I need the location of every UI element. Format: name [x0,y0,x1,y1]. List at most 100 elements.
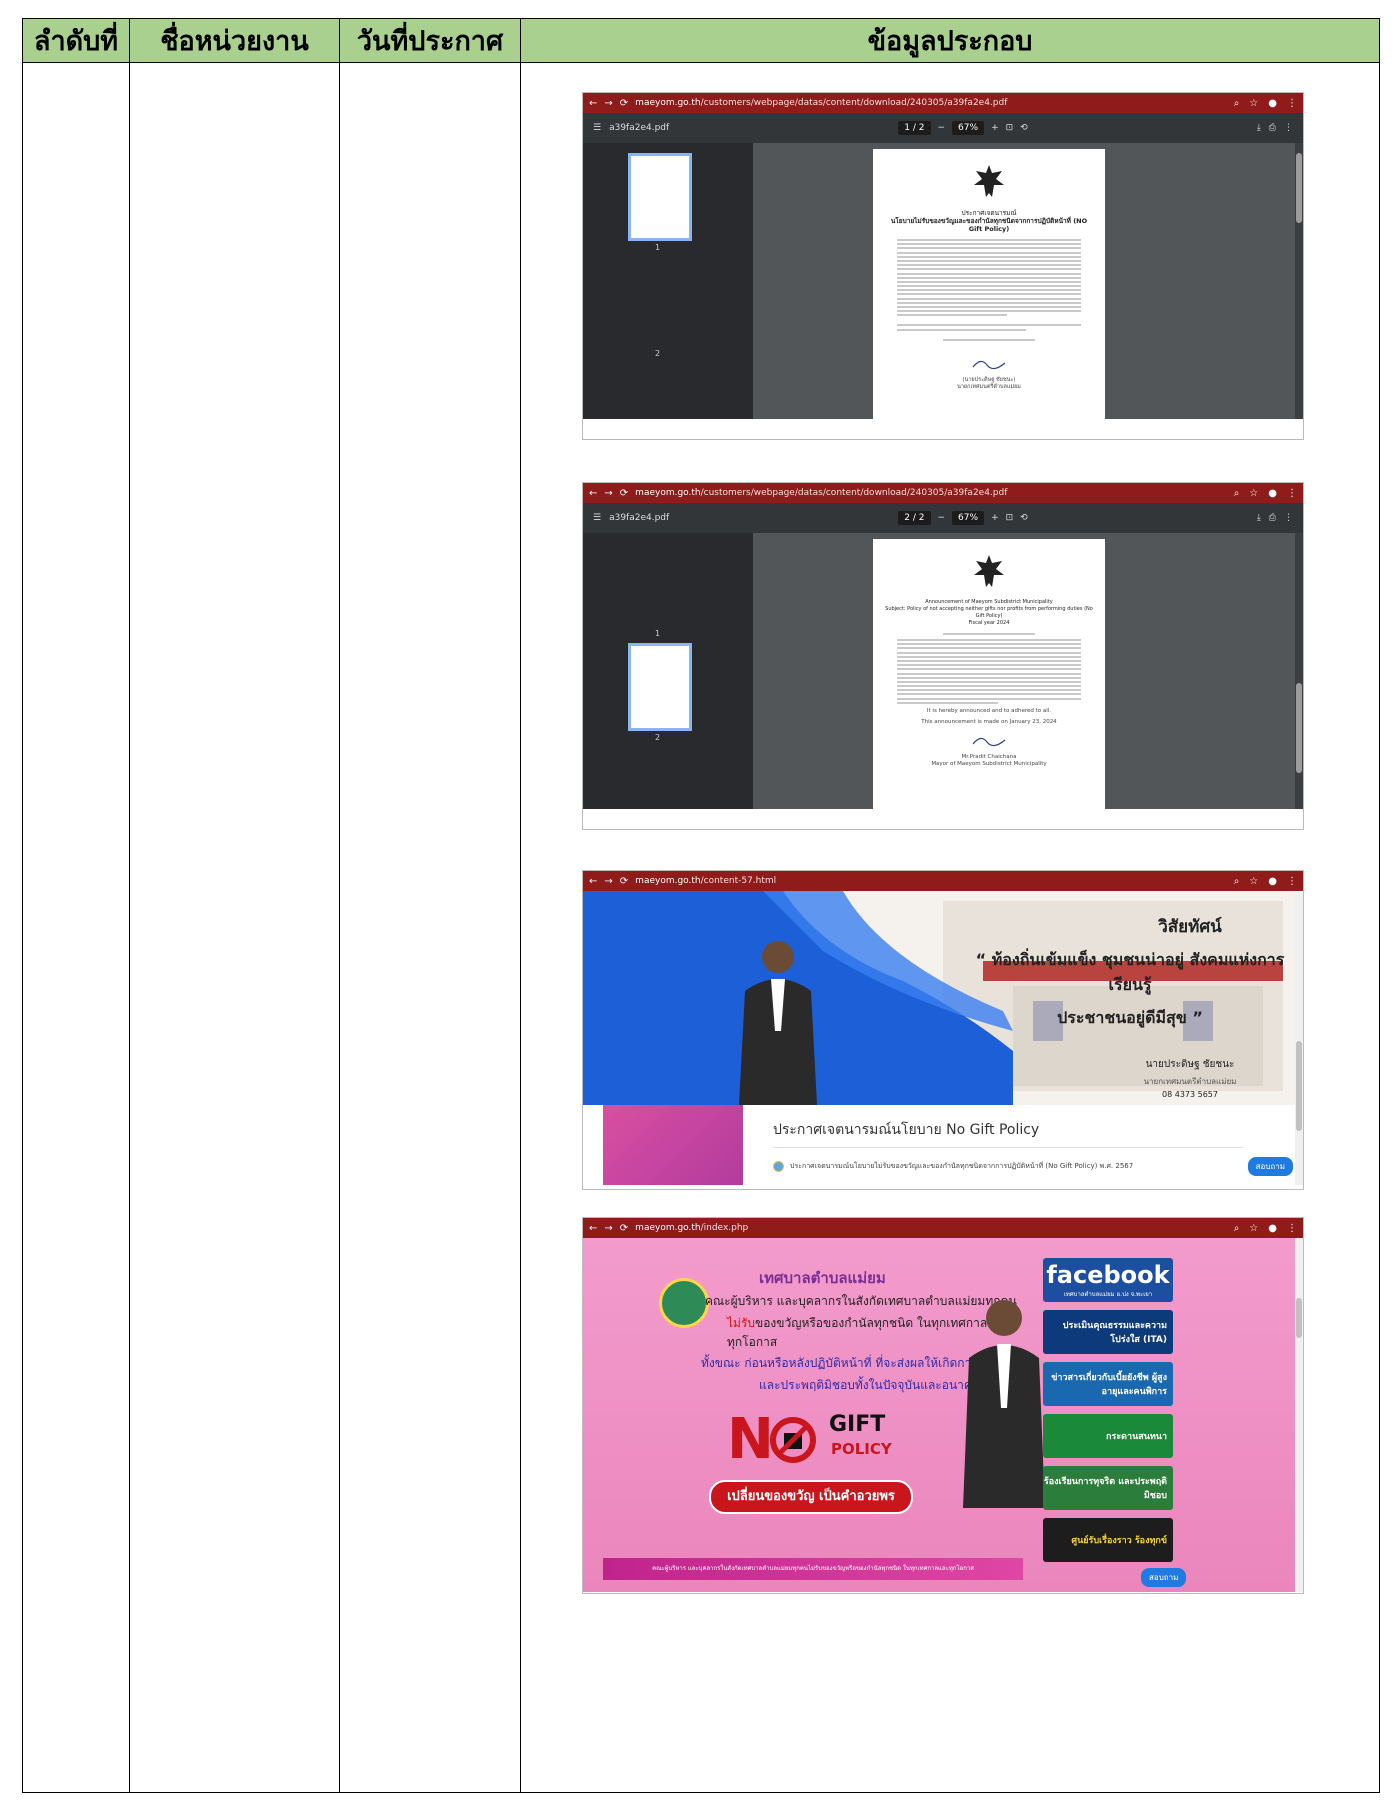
address-bar[interactable]: maeyom.go.th/customers/webpage/datas/con… [635,488,1227,498]
hamburger-icon[interactable]: ☰ [593,123,601,133]
rotate-icon[interactable]: ⟲ [1020,123,1028,133]
zoom-icon[interactable]: ⌕ [1234,98,1240,109]
reload-icon[interactable]: ⟳ [620,876,628,887]
webboard-link[interactable]: กระดานสนทนา [1043,1414,1173,1458]
notice-link[interactable]: ประกาศเจตนารมณ์นโยบายไม่รับของขวัญและของ… [773,1161,1133,1172]
signature-role: Mayor of Maeyom Subdistrict Municipality [931,760,1047,767]
address-bar[interactable]: maeyom.go.th/content-57.html [635,876,1227,886]
complaint-center-link[interactable]: ศูนย์รับเรื่องราว ร้องทุกข์ [1043,1518,1173,1562]
hamburger-icon[interactable]: ☰ [593,513,601,523]
forward-icon[interactable]: → [604,876,612,887]
thumbnail-sidebar: 1 2 [583,143,753,419]
allowance-news-link[interactable]: ข่าวสารเกี่ยวกับเบี้ยยังชีพ ผู้สูงอายุแล… [1043,1362,1173,1406]
municipality-logo [659,1278,709,1328]
browser-bar: ← → ⟳ maeyom.go.th/index.php ⌕ ☆ ● ⋮ [583,1218,1303,1238]
rotate-icon[interactable]: ⟲ [1020,513,1028,523]
profile-icon[interactable]: ● [1268,98,1277,109]
reload-icon[interactable]: ⟳ [620,1223,628,1234]
forward-icon[interactable]: → [604,98,612,109]
profile-icon[interactable]: ● [1268,1223,1277,1234]
no-letter: N [727,1407,774,1472]
pink-thumbnail [603,1105,743,1185]
back-icon[interactable]: ← [589,876,597,887]
mayor-role: นายกเทศมนตรีตำบลแม่ยม [1143,1077,1237,1086]
browser-bar: ← → ⟳ maeyom.go.th/content-57.html ⌕ ☆ ● ⋮ [583,871,1303,891]
print-icon[interactable]: ⎙ [1269,513,1276,523]
bookmark-star-icon[interactable]: ☆ [1249,1223,1258,1234]
cell-evidence: ← → ⟳ maeyom.go.th/customers/webpage/dat… [520,62,1380,1793]
zoom-icon[interactable]: ⌕ [1234,488,1240,499]
download-icon[interactable]: ⤓ [1257,513,1261,523]
screenshot-pdf-page-2: ← → ⟳ maeyom.go.th/customers/webpage/dat… [583,483,1303,829]
closing-text-2: This announcement is made on January 23,… [921,718,1057,725]
table-header-row: ลำดับที่ ชื่อหน่วยงาน วันที่ประกาศ ข้อมู… [22,18,1380,63]
doc-body-text [897,239,1081,341]
zoom-icon[interactable]: ⌕ [1234,1223,1240,1234]
thumbnail-page-2[interactable] [628,643,692,731]
zoom-out-icon[interactable]: − [938,513,946,523]
zoom-in-icon[interactable]: + [991,513,999,523]
print-icon[interactable]: ⎙ [1269,123,1276,133]
address-bar[interactable]: maeyom.go.th/index.php [635,1223,1227,1233]
zoom-out-icon[interactable]: − [938,123,946,133]
reload-icon[interactable]: ⟳ [620,488,628,499]
slogan-banner: เปลี่ยนของขวัญ เป็นคำอวยพร [709,1480,913,1514]
bullet-icon [773,1161,784,1172]
zoom-level[interactable]: 67% [952,121,985,135]
mayor-phone: 08 4373 5657 [1162,1090,1218,1099]
back-icon[interactable]: ← [589,1223,597,1234]
forward-icon[interactable]: → [604,488,612,499]
thumbnail-page-1[interactable] [628,153,692,241]
doc-subtitle: นโยบายไม่รับของขวัญและของกำนัลทุกชนิดจาก… [890,217,1088,233]
municipality-name: เทศบาลตำบลแม่ยม [759,1269,886,1287]
ask-chat-button[interactable]: สอบถาม [1247,1157,1293,1176]
zoom-level[interactable]: 67% [952,511,985,525]
profile-icon[interactable]: ● [1268,876,1277,887]
header-evidence: ข้อมูลประกอบ [520,18,1380,63]
facebook-link[interactable]: facebook เทศบาลตำบลแม่ยม อ.ปง จ.พะเยา [1043,1258,1173,1302]
ask-chat-button[interactable]: สอบถาม [1141,1568,1187,1587]
menu-icon[interactable]: ⋮ [1287,876,1297,887]
page-indicator[interactable]: 1 / 2 [898,121,931,135]
cell-agency [129,62,340,1793]
scrollbar[interactable] [1295,891,1303,1185]
signature-role: นายกเทศมนตรีตำบลแม่ยม [957,383,1021,390]
corruption-complaint-link[interactable]: ร้องเรียนการทุจริต และประพฤติมิชอบ [1043,1466,1173,1510]
reload-icon[interactable]: ⟳ [620,98,628,109]
scrollbar[interactable] [1295,143,1303,419]
signature-image [972,360,1006,369]
bookmark-star-icon[interactable]: ☆ [1249,488,1258,499]
bookmark-star-icon[interactable]: ☆ [1249,876,1258,887]
page-indicator[interactable]: 2 / 2 [898,511,931,525]
thumbnail-label-1: 1 [655,243,661,252]
mayor-name: นายประดิษฐ ชัยชนะ [1145,1059,1235,1070]
fit-page-icon[interactable]: ⊡ [1006,123,1014,133]
doc-title: ประกาศเจตนารมณ์ [961,209,1017,217]
profile-icon[interactable]: ● [1268,488,1277,499]
zoom-icon[interactable]: ⌕ [1234,876,1240,887]
vision-line-1: “ ท้องถิ่นเข้มแข็ง ชุมชนน่าอยู่ สังคมแห่… [975,950,1285,994]
ita-link[interactable]: ประเมินคุณธรรมและความโปร่งใส (ITA) [1043,1310,1173,1354]
zoom-in-icon[interactable]: + [991,123,999,133]
notice-link-text: ประกาศเจตนารมณ์นโยบายไม่รับของขวัญและของ… [790,1162,1134,1170]
pdf-page: ประกาศเจตนารมณ์ นโยบายไม่รับของขวัญและขอ… [873,149,1105,419]
more-icon[interactable]: ⋮ [1284,513,1293,523]
menu-icon[interactable]: ⋮ [1287,1223,1297,1234]
doc-title: Announcement of Maeyom Subdistrict Munic… [925,599,1053,605]
scrollbar[interactable] [1295,1238,1303,1592]
vision-text-block: วิสัยทัศน์ “ ท้องถิ่นเข้มแข็ง ชุมชนน่าอย… [975,913,1285,1099]
signature-name: Mr.Pradit Chaichana [961,753,1017,760]
bookmark-star-icon[interactable]: ☆ [1249,98,1258,109]
menu-icon[interactable]: ⋮ [1287,98,1297,109]
fit-page-icon[interactable]: ⊡ [1006,513,1014,523]
scrollbar[interactable] [1295,533,1303,809]
menu-icon[interactable]: ⋮ [1287,488,1297,499]
more-icon[interactable]: ⋮ [1284,123,1293,133]
thumbnail-sidebar: 1 2 [583,533,753,809]
forward-icon[interactable]: → [604,1223,612,1234]
header-date: วันที่ประกาศ [339,18,521,63]
back-icon[interactable]: ← [589,98,597,109]
address-bar[interactable]: maeyom.go.th/customers/webpage/datas/con… [635,98,1227,108]
back-icon[interactable]: ← [589,488,597,499]
download-icon[interactable]: ⤓ [1257,123,1261,133]
